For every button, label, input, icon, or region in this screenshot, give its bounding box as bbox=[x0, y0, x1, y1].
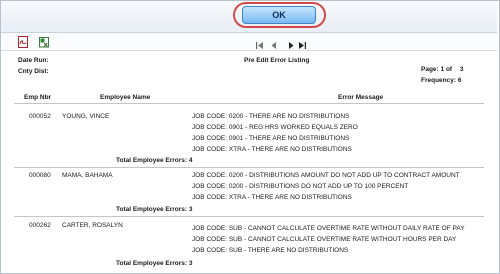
error-message: JOB CODE: 0901 - REG HRS WORKED EQUALS Z… bbox=[192, 124, 358, 131]
column-header-error-message: Error Message bbox=[338, 94, 384, 101]
last-page-icon[interactable] bbox=[298, 37, 306, 49]
row-divider bbox=[14, 167, 484, 168]
frequency-indicator: Frequency: 6 bbox=[421, 77, 462, 84]
emp-nbr: 000262 bbox=[29, 222, 51, 229]
cnty-dist-label: Cnty Dist: bbox=[18, 68, 49, 75]
report-toolbar bbox=[1, 33, 497, 51]
employee-name: MAMA, BAHAMA bbox=[62, 172, 113, 179]
total-employee-errors: Total Employee Errors: 4 bbox=[116, 157, 193, 164]
pdf-icon[interactable] bbox=[17, 35, 29, 48]
error-message: JOB CODE: SUB - THERE ARE NO DISTRIBUTIO… bbox=[192, 247, 349, 254]
first-page-icon[interactable] bbox=[256, 37, 264, 49]
error-message: JOB CODE: 0200 - DISTRIBUTIONS DO NOT AD… bbox=[192, 183, 409, 190]
error-message: JOB CODE: XTRA - THERE ARE NO DISTRIBUTI… bbox=[192, 146, 352, 153]
total-employee-errors: Total Employee Errors: 3 bbox=[116, 206, 193, 213]
report-title: Pre Edit Error Listing bbox=[244, 57, 310, 64]
excel-export-icon[interactable] bbox=[38, 35, 50, 48]
date-run-label: Date Run: bbox=[18, 57, 49, 64]
column-header-employee-name: Employee Name bbox=[100, 94, 151, 101]
next-page-icon[interactable] bbox=[288, 37, 294, 49]
previous-page-icon[interactable] bbox=[271, 37, 277, 49]
error-message: JOB CODE: SUB - CANNOT CALCULATE OVERTIM… bbox=[192, 225, 465, 232]
error-message: JOB CODE: 0200 - DISTRIBUTIONS AMOUNT DO… bbox=[192, 172, 460, 179]
employee-name: YOUNG, VINCE bbox=[62, 113, 110, 120]
total-employee-errors: Total Employee Errors: 3 bbox=[116, 260, 193, 267]
row-divider bbox=[14, 216, 484, 217]
header-divider bbox=[14, 103, 484, 104]
emp-nbr: 000080 bbox=[29, 172, 51, 179]
error-message: JOB CODE: SUB - CANNOT CALCULATE OVERTIM… bbox=[192, 236, 457, 243]
employee-name: CARTER, ROSALYN bbox=[62, 222, 123, 229]
error-message: JOB CODE: 0901 - THERE ARE NO DISTRIBUTI… bbox=[192, 135, 350, 142]
emp-nbr: 000052 bbox=[29, 113, 51, 120]
error-message: JOB CODE: 0200 - THERE ARE NO DISTRIBUTI… bbox=[192, 113, 350, 120]
column-header-emp-nbr: Emp Nbr bbox=[24, 94, 52, 101]
page-indicator: Page: 1 of 3 bbox=[421, 66, 464, 73]
error-message: JOB CODE: XTRA - THERE ARE NO DISTRIBUTI… bbox=[192, 194, 352, 201]
ok-button[interactable]: OK bbox=[242, 6, 316, 24]
